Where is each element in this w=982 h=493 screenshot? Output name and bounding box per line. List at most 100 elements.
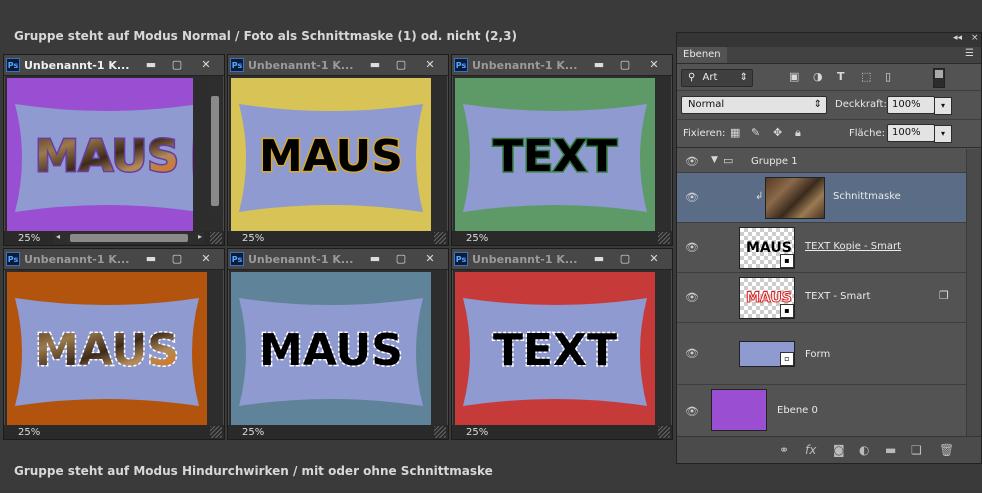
resize-grip-icon[interactable] xyxy=(434,232,446,244)
opacity-input[interactable]: 100% ▾ xyxy=(887,96,952,115)
minimize-button[interactable]: ▬ xyxy=(586,57,612,73)
layer-style-icon[interactable]: ❐ xyxy=(939,289,949,302)
fx-icon[interactable]: fx xyxy=(805,443,816,457)
layer-row-schnittmaske[interactable]: 👁︎ ↲ Schnittmaske xyxy=(677,173,967,223)
text-filter-icon[interactable]: T xyxy=(837,70,845,83)
maximize-button[interactable]: ▢ xyxy=(164,251,190,267)
layer-name[interactable]: Gruppe 1 xyxy=(751,156,798,167)
resize-grip-icon[interactable] xyxy=(658,426,670,438)
document-window[interactable]: Ps Unbenannt-1 K... ▬ ▢ ✕ TEXT 25% xyxy=(451,54,673,246)
document-canvas[interactable]: MAUS xyxy=(231,272,431,426)
layer-row-form[interactable]: 👁︎ ▫ Form xyxy=(677,323,967,385)
maximize-button[interactable]: ▢ xyxy=(388,57,414,73)
close-panel-icon[interactable]: × xyxy=(971,33,979,43)
close-button[interactable]: ✕ xyxy=(640,57,668,73)
adjustment-icon[interactable]: ◐ xyxy=(859,443,869,457)
eye-icon[interactable]: 👁︎ xyxy=(685,347,699,360)
tab-ebenen[interactable]: Ebenen xyxy=(677,47,727,63)
window-titlebar[interactable]: Ps Unbenannt-1 K... ▬ ▢ ✕ xyxy=(228,55,448,76)
zoom-level[interactable]: 25% xyxy=(242,427,264,438)
shape-filter-icon[interactable]: ⬚ xyxy=(861,70,871,83)
lock-move-icon[interactable]: ✥ xyxy=(773,126,782,139)
eye-icon[interactable]: 👁︎ xyxy=(685,155,699,168)
document-window[interactable]: Ps Unbenannt-1 K... ▬ ▢ ✕ MAUS 25% xyxy=(3,248,225,440)
minimize-button[interactable]: ▬ xyxy=(362,251,388,267)
maximize-button[interactable]: ▢ xyxy=(388,251,414,267)
close-button[interactable]: ✕ xyxy=(192,251,220,267)
minimize-button[interactable]: ▬ xyxy=(362,57,388,73)
eye-icon[interactable]: 👁︎ xyxy=(685,241,699,254)
layers-scrollbar[interactable] xyxy=(966,149,981,439)
lock-transparent-icon[interactable]: ▦ xyxy=(730,126,740,139)
image-filter-icon[interactable]: ▣ xyxy=(789,70,799,83)
adjustment-filter-icon[interactable]: ◑ xyxy=(813,70,823,83)
collapse-icon[interactable]: ◂◂ xyxy=(953,33,962,43)
maximize-button[interactable]: ▢ xyxy=(164,57,190,73)
layer-row-text-kopie-smart[interactable]: 👁︎ MAUS ▪ TEXT Kopie - Smart xyxy=(677,223,967,273)
minimize-button[interactable]: ▬ xyxy=(138,251,164,267)
document-window[interactable]: Ps Unbenannt-1 K... ▬ ▢ ✕ MAUS 25% xyxy=(227,248,449,440)
document-canvas[interactable]: MAUS xyxy=(7,78,193,232)
layer-row-ebene-0[interactable]: 👁︎ Ebene 0 xyxy=(677,385,967,439)
window-titlebar[interactable]: Ps Unbenannt-1 K... ▬ ▢ ✕ xyxy=(4,55,224,76)
zoom-level[interactable]: 25% xyxy=(18,233,40,244)
resize-grip-icon[interactable] xyxy=(210,426,222,438)
link-icon[interactable]: ⚭ xyxy=(779,443,789,457)
minimize-button[interactable]: ▬ xyxy=(138,57,164,73)
minimize-button[interactable]: ▬ xyxy=(586,251,612,267)
fill-input[interactable]: 100% ▾ xyxy=(887,124,952,143)
maximize-button[interactable]: ▢ xyxy=(612,251,638,267)
chevron-down-icon[interactable]: ▾ xyxy=(934,97,952,115)
zoom-level[interactable]: 25% xyxy=(466,233,488,244)
window-titlebar[interactable]: Ps Unbenannt-1 K... ▬ ▢ ✕ xyxy=(4,249,224,270)
panel-menu-icon[interactable]: ☰ xyxy=(965,48,974,59)
smartobject-filter-icon[interactable]: ▯ xyxy=(885,70,891,83)
close-button[interactable]: ✕ xyxy=(416,251,444,267)
window-titlebar[interactable]: Ps Unbenannt-1 K... ▬ ▢ ✕ xyxy=(452,249,672,270)
eye-icon[interactable]: 👁︎ xyxy=(685,291,699,304)
lock-brush-icon[interactable]: ✎ xyxy=(751,126,760,139)
zoom-level[interactable]: 25% xyxy=(242,233,264,244)
close-button[interactable]: ✕ xyxy=(416,57,444,73)
layer-name[interactable]: Ebene 0 xyxy=(777,405,818,416)
document-canvas[interactable]: TEXT xyxy=(455,78,655,232)
resize-grip-icon[interactable] xyxy=(658,232,670,244)
filter-toggle[interactable] xyxy=(933,68,945,88)
document-window[interactable]: Ps Unbenannt-1 K... ▬ ▢ ✕ MAUS 25% ◂ ▸ xyxy=(3,54,225,246)
window-titlebar[interactable]: Ps Unbenannt-1 K... ▬ ▢ ✕ xyxy=(228,249,448,270)
blend-mode-dropdown[interactable]: Normal ⇕ xyxy=(681,96,827,114)
layer-name[interactable]: TEXT Kopie - Smart xyxy=(805,241,901,252)
zoom-level[interactable]: 25% xyxy=(466,427,488,438)
eye-icon[interactable]: 👁︎ xyxy=(685,405,699,418)
horizontal-scrollbar[interactable]: ◂ ▸ xyxy=(54,232,204,244)
chevron-right-icon[interactable]: ▸ xyxy=(198,232,202,241)
mask-icon[interactable]: ◙ xyxy=(833,443,845,457)
eye-icon[interactable]: 👁︎ xyxy=(685,191,699,204)
document-canvas[interactable]: MAUS xyxy=(231,78,431,232)
folder-icon[interactable]: ▬ xyxy=(885,443,896,457)
chevron-left-icon[interactable]: ◂ xyxy=(56,232,60,241)
layer-row-gruppe-1[interactable]: 👁︎ ▼ ▭ Gruppe 1 xyxy=(677,149,967,173)
layer-row-text-smart[interactable]: 👁︎ MAUS ▪ TEXT - Smart ❐ xyxy=(677,273,967,323)
zoom-level[interactable]: 25% xyxy=(18,427,40,438)
layer-name[interactable]: TEXT - Smart xyxy=(805,291,870,302)
close-button[interactable]: ✕ xyxy=(640,251,668,267)
chevron-down-icon[interactable]: ▼ xyxy=(711,155,718,165)
layer-name[interactable]: Form xyxy=(805,349,830,360)
lock-all-icon[interactable]: 🔒︎ xyxy=(795,126,801,140)
resize-grip-icon[interactable] xyxy=(210,232,222,244)
maximize-button[interactable]: ▢ xyxy=(612,57,638,73)
trash-icon[interactable]: 🗑︎ xyxy=(939,443,954,457)
vertical-scrollbar[interactable] xyxy=(209,78,221,218)
document-window[interactable]: Ps Unbenannt-1 K... ▬ ▢ ✕ MAUS 25% xyxy=(227,54,449,246)
filter-dropdown[interactable]: ⚲ Art ⇕ xyxy=(681,69,753,87)
document-canvas[interactable]: MAUS xyxy=(7,272,207,426)
document-canvas[interactable]: TEXT xyxy=(455,272,655,426)
resize-grip-icon[interactable] xyxy=(434,426,446,438)
document-window[interactable]: Ps Unbenannt-1 K... ▬ ▢ ✕ TEXT 25% xyxy=(451,248,673,440)
close-button[interactable]: ✕ xyxy=(192,57,220,73)
new-layer-icon[interactable]: ❏ xyxy=(911,443,922,457)
chevron-down-icon[interactable]: ▾ xyxy=(934,125,952,143)
layer-name[interactable]: Schnittmaske xyxy=(833,191,901,202)
window-titlebar[interactable]: Ps Unbenannt-1 K... ▬ ▢ ✕ xyxy=(452,55,672,76)
